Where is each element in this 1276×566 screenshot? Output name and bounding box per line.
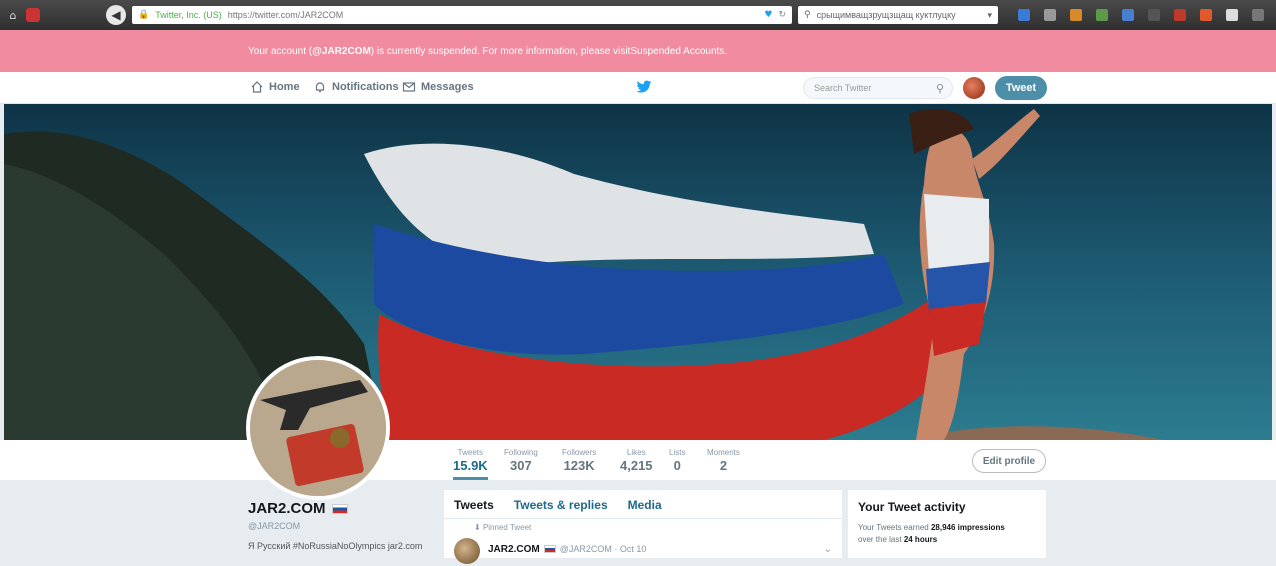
- stat-value: 0: [673, 458, 681, 473]
- pinned-tweet[interactable]: JAR2.COM @JAR2COM · Oct 10 ⌄: [444, 532, 842, 566]
- search-icon[interactable]: ⚲: [936, 82, 944, 95]
- timeline-tabs: Tweets Tweets & replies Media: [444, 490, 842, 519]
- extension-icon-2[interactable]: [1070, 9, 1082, 21]
- nav-notifications-label: Notifications: [332, 81, 399, 93]
- pinned-tweet-label: ⬇ Pinned Tweet: [444, 519, 842, 532]
- russia-flag-icon: [331, 503, 348, 514]
- stat-value: 4,215: [620, 458, 653, 473]
- profile-name-row: JAR2.COM: [248, 500, 438, 517]
- profile-avatar[interactable]: [246, 356, 390, 500]
- browser-search-input[interactable]: ⚲ срыщимващзрущзщащ куктлуцку ▾: [798, 6, 998, 24]
- profile-handle[interactable]: @JAR2COM: [248, 521, 438, 531]
- banner-handle: @JAR2COM: [312, 45, 371, 57]
- extension-icon-1[interactable]: [1044, 9, 1056, 21]
- stat-label: Likes: [626, 448, 646, 457]
- activity-period: 24 hours: [903, 535, 938, 544]
- profile-card: JAR2.COM @JAR2COM Я Русский #NoRussiaNoO…: [248, 500, 438, 551]
- tab-media[interactable]: Media: [628, 498, 662, 512]
- stat-value: 15.9K: [453, 458, 488, 473]
- browser-toolbar: ⌂ ◀ 🔒 Twitter, Inc. (US) https://twitter…: [0, 0, 1276, 30]
- tweet-activity-card: Your Tweet activity Your Tweets earned 2…: [848, 490, 1046, 558]
- activity-mid: over the last: [858, 535, 904, 544]
- russia-flag-icon: [543, 545, 556, 553]
- extension-icon-6[interactable]: [1174, 9, 1186, 21]
- stat-likes[interactable]: Likes 4,215: [620, 448, 653, 473]
- stat-label: Lists: [669, 448, 686, 457]
- stat-moments[interactable]: Moments 2: [707, 448, 740, 473]
- tweet-meta: @JAR2COM · Oct 10: [559, 544, 647, 554]
- stat-label: Followers: [562, 448, 597, 457]
- banner-text-pre: Your account (: [248, 45, 313, 57]
- nav-messages-label: Messages: [421, 81, 474, 93]
- nav-notifications[interactable]: Notifications: [313, 80, 399, 94]
- tab-tweets[interactable]: Tweets: [454, 498, 494, 512]
- extension-icon-7[interactable]: [1200, 9, 1212, 21]
- pin-icon: ⬇: [474, 523, 481, 532]
- search-icon: ⚲: [804, 10, 811, 20]
- tweet-button[interactable]: Tweet: [995, 76, 1047, 100]
- stat-lists[interactable]: Lists 0: [669, 448, 685, 473]
- pinned-text: Pinned Tweet: [482, 523, 532, 532]
- suspension-banner: Your account (@JAR2COM) is currently sus…: [0, 30, 1276, 72]
- timeline: Tweets Tweets & replies Media ⬇ Pinned T…: [444, 490, 842, 564]
- banner-text-mid: ) is currently suspended. For more infor…: [370, 45, 631, 57]
- bell-icon: [315, 82, 325, 93]
- home-icon[interactable]: ⌂: [6, 8, 20, 22]
- tab-tweets-replies[interactable]: Tweets & replies: [514, 498, 608, 512]
- twitter-bird-icon: ♥: [764, 10, 773, 20]
- profile-stats-bar: Tweets 15.9K Following 307 Followers 123…: [0, 440, 1276, 480]
- edit-profile-button[interactable]: Edit profile: [972, 449, 1046, 473]
- suspended-accounts-link[interactable]: Suspended Accounts: [630, 46, 724, 57]
- profile-name: JAR2.COM: [248, 500, 326, 517]
- stat-value: 307: [510, 458, 532, 473]
- nav-home[interactable]: Home: [250, 80, 300, 94]
- tweet-author-name[interactable]: JAR2.COM: [488, 544, 540, 555]
- lock-icon: 🔒: [138, 10, 150, 20]
- avatar[interactable]: [454, 538, 480, 564]
- back-button[interactable]: ◀: [106, 5, 126, 25]
- stat-value: 2: [719, 458, 728, 473]
- extension-icon-5[interactable]: [1148, 9, 1160, 21]
- url-text: https://twitter.com/JAR2COM: [227, 10, 344, 20]
- header-illustration: [4, 104, 1272, 440]
- envelope-icon: [402, 82, 416, 92]
- stat-following[interactable]: Following 307: [504, 448, 538, 473]
- activity-text: Your Tweets earned 28,946 impressions ov…: [858, 522, 1036, 546]
- download-icon[interactable]: [1018, 9, 1030, 21]
- browser-logo-icon: [26, 8, 40, 22]
- nav-messages[interactable]: Messages: [402, 80, 474, 94]
- reload-icon[interactable]: ↻: [778, 10, 786, 20]
- profile-bio: Я Русский #NoRussiaNoOlympics jar2.com: [248, 541, 423, 551]
- site-identity: Twitter, Inc. (US): [155, 10, 222, 20]
- twitter-logo-icon[interactable]: [636, 80, 652, 99]
- profile-header-image[interactable]: [4, 104, 1272, 440]
- stat-label: Tweets: [457, 448, 484, 457]
- pistol-and-badge-image: [250, 360, 386, 496]
- sidebar-icon[interactable]: [1226, 9, 1238, 21]
- dropdown-icon[interactable]: ▾: [987, 10, 992, 21]
- chevron-down-icon[interactable]: ⌄: [824, 544, 832, 555]
- stat-value: 123K: [563, 458, 595, 473]
- stat-followers[interactable]: Followers 123K: [562, 448, 596, 473]
- search-twitter-input[interactable]: Search Twitter ⚲: [803, 77, 953, 99]
- extension-icon-3[interactable]: [1096, 9, 1108, 21]
- activity-pre: Your Tweets earned: [858, 523, 931, 532]
- banner-text-post: .: [724, 45, 728, 57]
- search-twitter-placeholder: Search Twitter: [814, 83, 872, 93]
- nav-home-label: Home: [269, 81, 300, 93]
- activity-title: Your Tweet activity: [858, 500, 966, 514]
- tweet-author-row: JAR2.COM @JAR2COM · Oct 10 ⌄: [488, 534, 832, 564]
- address-bar[interactable]: 🔒 Twitter, Inc. (US) https://twitter.com…: [132, 6, 792, 24]
- avatar[interactable]: [963, 77, 985, 99]
- extension-icon-4[interactable]: [1122, 9, 1134, 21]
- browser-search-query: срыщимващзрущзщащ куктлуцку: [816, 10, 956, 20]
- stat-tweets[interactable]: Tweets 15.9K: [453, 448, 488, 480]
- twitter-top-nav: Home Notifications Messages Search Twitt…: [0, 72, 1276, 104]
- home-icon: [251, 81, 263, 93]
- stat-label: Following: [504, 448, 538, 457]
- menu-icon[interactable]: [1252, 9, 1264, 21]
- activity-impressions: 28,946 impressions: [930, 523, 1005, 532]
- stat-label: Moments: [707, 448, 740, 457]
